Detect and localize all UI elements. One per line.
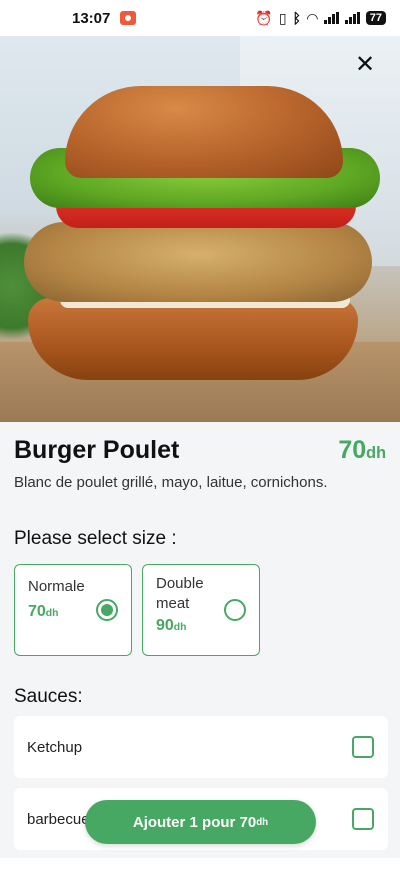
size-option-normale[interactable]: Normale 70dh xyxy=(14,564,132,656)
alarm-icon: ⏰ xyxy=(255,10,273,26)
size-options: Normale 70dh Double meat 90dh xyxy=(14,564,260,656)
signal-icon xyxy=(323,12,339,24)
bottom-area xyxy=(0,858,400,893)
close-button[interactable]: ✕ xyxy=(350,49,380,79)
sauce-checkbox-ketchup[interactable] xyxy=(352,736,374,758)
size-radio-normale[interactable] xyxy=(96,599,118,621)
add-to-cart-label: Ajouter 1 pour 70 xyxy=(132,813,257,831)
sauce-checkbox-barbecue[interactable] xyxy=(352,808,374,830)
sauces-heading: Sauces: xyxy=(14,686,83,707)
bluetooth-icon: ᛒ xyxy=(292,10,301,26)
size-option-price-value: 70 xyxy=(28,602,46,620)
signal-icon xyxy=(344,12,360,24)
size-option-price-currency: dh xyxy=(173,622,187,633)
size-option-label: Double meat xyxy=(156,575,204,612)
sauce-name: Ketchup xyxy=(27,738,83,756)
status-bar: 13:07 ⏰ ▯ ᛒ ◠ 77 xyxy=(0,0,400,36)
size-option-double-meat[interactable]: Double meat 90dh xyxy=(142,564,260,656)
wifi-icon: ◠ xyxy=(306,10,318,26)
size-option-label: Normale xyxy=(28,578,85,595)
product-title: Burger Poulet xyxy=(14,436,180,464)
vibrate-icon: ▯ xyxy=(278,10,287,26)
product-price-currency: dh xyxy=(366,444,386,462)
add-to-cart-currency: dh xyxy=(256,816,269,828)
sauce-name: barbecue xyxy=(27,810,90,828)
size-option-price-value: 90 xyxy=(156,617,174,634)
add-to-cart-button[interactable]: Ajouter 1 pour 70 dh xyxy=(85,800,316,844)
product-price: 70dh xyxy=(338,436,386,465)
status-time: 13:07 xyxy=(72,9,111,27)
recording-icon xyxy=(120,11,137,25)
size-radio-double-meat[interactable] xyxy=(224,599,246,621)
sauce-item-ketchup[interactable]: Ketchup xyxy=(14,716,388,778)
battery-icon: 77 xyxy=(365,11,386,25)
product-header: Burger Poulet 70dh xyxy=(14,436,386,465)
close-icon: ✕ xyxy=(354,50,376,78)
product-description: Blanc de poulet grillé, mayo, laitue, co… xyxy=(14,474,328,491)
product-price-value: 70 xyxy=(338,436,367,464)
burger-photo xyxy=(0,36,400,422)
size-option-price-currency: dh xyxy=(45,607,59,619)
size-heading: Please select size : xyxy=(14,528,177,549)
